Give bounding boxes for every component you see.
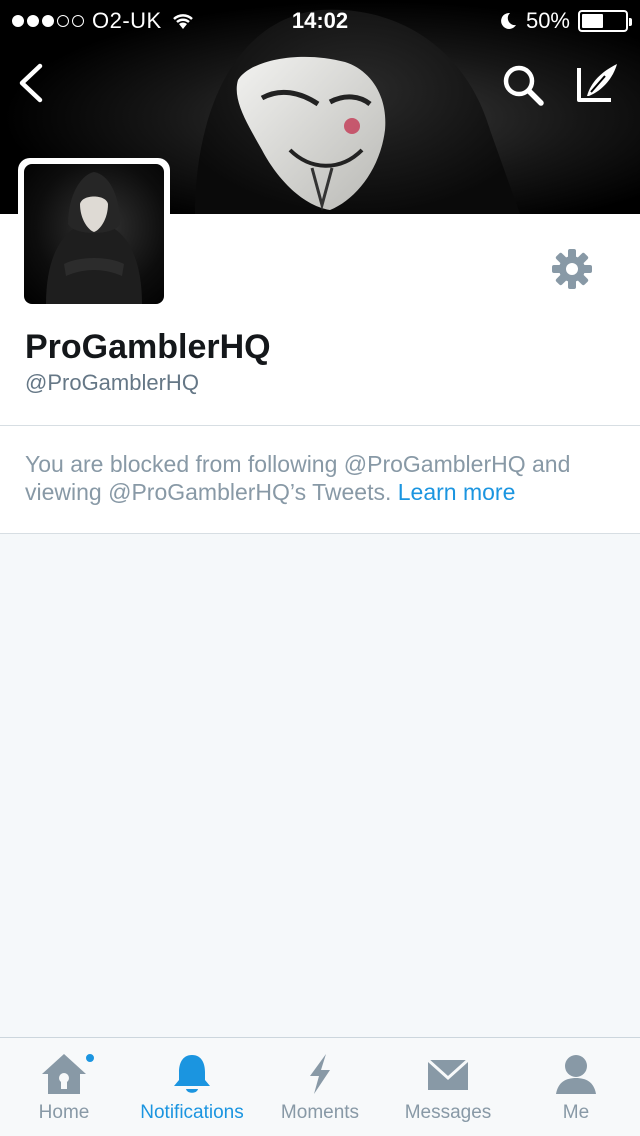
tab-home[interactable]: Home	[0, 1038, 128, 1136]
screen-name: @ProGamblerHQ	[25, 370, 199, 395]
battery-percent: 50%	[525, 8, 570, 33]
tab-messages[interactable]: Messages	[384, 1038, 512, 1136]
blocked-notice: You are blocked from following @ProGambl…	[0, 426, 640, 534]
tab-me-label: Me	[562, 1102, 590, 1123]
lightning-icon	[310, 1054, 330, 1094]
chevron-left-icon[interactable]	[14, 62, 50, 104]
home-icon	[42, 1054, 86, 1094]
tab-bar: Home Notifications Moments Messages Me	[0, 1037, 640, 1136]
tab-notifications-label: Notifications	[140, 1102, 244, 1123]
tab-me[interactable]: Me	[512, 1038, 640, 1136]
home-notification-dot	[84, 1052, 96, 1064]
tab-home-label: Home	[38, 1102, 90, 1123]
status-bar: O2-UK 14:02 50%	[0, 0, 640, 40]
bell-icon	[174, 1055, 210, 1093]
person-icon	[556, 1055, 596, 1094]
avatar-figure	[46, 172, 142, 304]
learn-more-link[interactable]: Learn more	[398, 479, 516, 505]
display-name: ProGamblerHQ	[25, 328, 271, 366]
avatar-image	[24, 164, 164, 304]
envelope-icon	[426, 1058, 470, 1090]
tab-moments[interactable]: Moments	[256, 1038, 384, 1136]
search-icon[interactable]	[500, 62, 546, 108]
tab-moments-label: Moments	[280, 1102, 360, 1123]
avatar[interactable]	[18, 158, 170, 310]
tab-notifications[interactable]: Notifications	[128, 1038, 256, 1136]
moon-icon	[501, 12, 516, 29]
tab-messages-label: Messages	[404, 1102, 492, 1123]
status-right: 50%	[498, 8, 632, 34]
battery-level	[582, 14, 603, 28]
gear-icon[interactable]	[551, 248, 593, 290]
battery-icon	[578, 10, 632, 32]
blocked-text: You are blocked from following @ProGambl…	[25, 450, 625, 506]
compose-tweet-icon[interactable]	[573, 60, 621, 106]
